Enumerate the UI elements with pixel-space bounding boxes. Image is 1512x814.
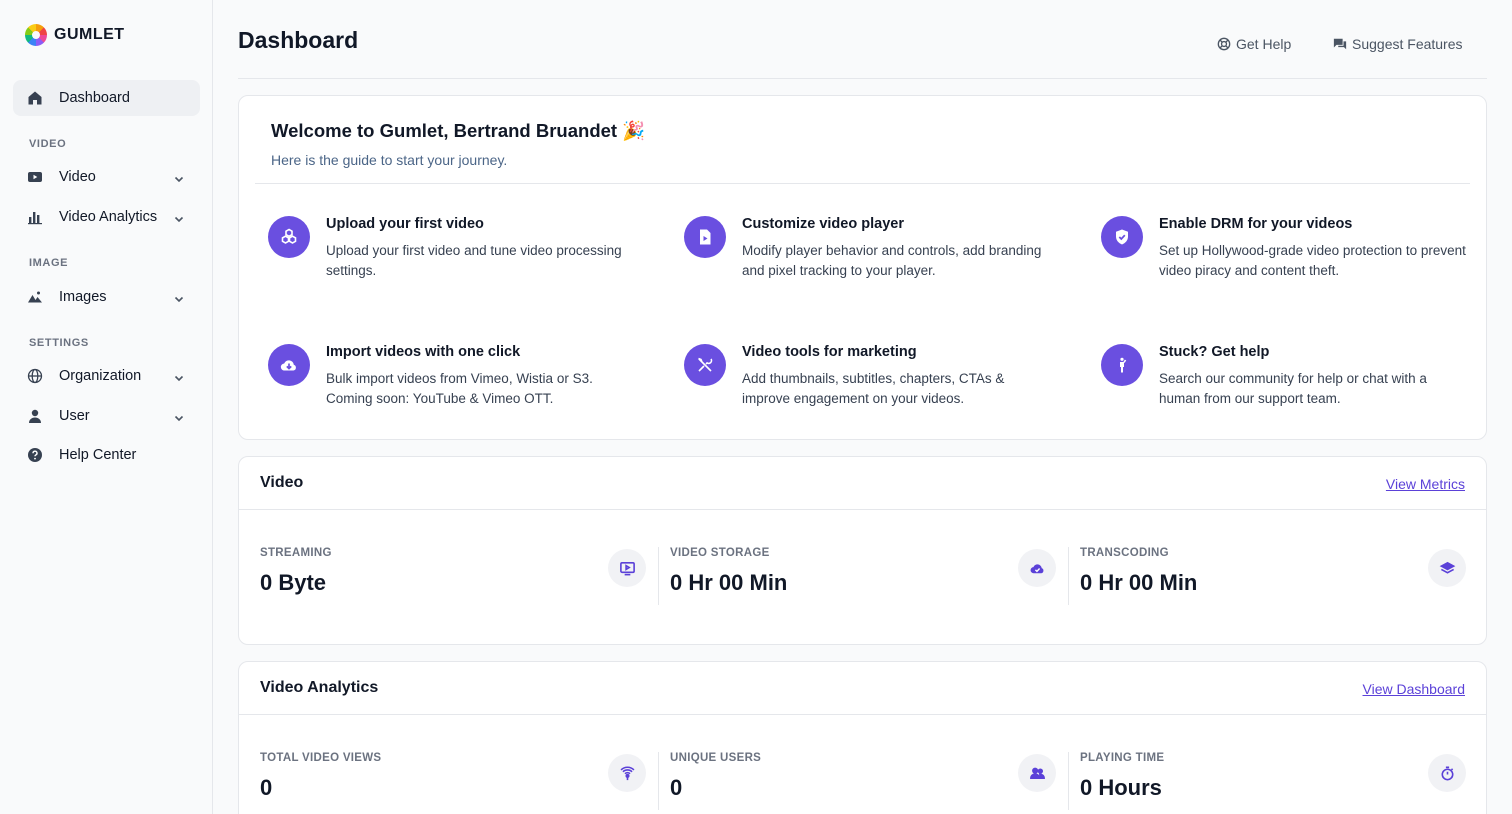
tools-icon <box>684 344 726 386</box>
video-icon <box>27 169 43 185</box>
sidebar-item-video[interactable]: Video <box>13 159 200 195</box>
section-label-video: VIDEO <box>29 138 67 150</box>
card-title: Video <box>260 474 304 491</box>
chat-bubbles-icon <box>1333 38 1347 50</box>
play-screen-icon <box>608 549 646 587</box>
metric-unique-users: UNIQUE USERS 0 <box>670 752 1056 812</box>
globe-icon <box>27 368 43 384</box>
sidebar-item-label: Organization <box>59 368 142 384</box>
layers-icon <box>1428 549 1466 587</box>
metric-video-storage: VIDEO STORAGE 0 Hr 00 Min <box>670 547 1056 607</box>
chevron-down-icon <box>174 370 184 382</box>
video-metrics-card: Video View Metrics STREAMING 0 Byte VIDE… <box>238 456 1487 645</box>
suggest-features-link[interactable]: Suggest Features <box>1333 36 1463 52</box>
home-icon <box>27 90 43 106</box>
divider <box>239 714 1486 715</box>
guide-title: Import videos with one click <box>326 344 521 360</box>
metric-label: STREAMING <box>260 547 332 559</box>
metric-total-video-views: TOTAL VIDEO VIEWS 0 <box>260 752 646 812</box>
divider <box>1068 547 1069 605</box>
sidebar-item-label: Video Analytics <box>59 209 158 225</box>
cubes-icon <box>268 216 310 258</box>
metric-label: PLAYING TIME <box>1080 752 1165 764</box>
guide-title: Customize video player <box>742 216 904 232</box>
sidebar: GUMLET Dashboard VIDEO Video Video Analy… <box>0 0 213 814</box>
sidebar-item-help-center[interactable]: Help Center <box>13 437 200 473</box>
card-title: Video Analytics <box>260 679 379 696</box>
sidebar-item-label: User <box>59 408 90 424</box>
guide-title: Upload your first video <box>326 216 484 232</box>
mountain-image-icon <box>27 289 43 305</box>
user-icon <box>27 408 43 424</box>
view-dashboard-link[interactable]: View Dashboard <box>1363 681 1465 697</box>
sidebar-item-dashboard[interactable]: Dashboard <box>13 80 200 116</box>
section-label-image: IMAGE <box>29 257 69 269</box>
suggest-features-label: Suggest Features <box>1352 36 1463 52</box>
video-analytics-card: Video Analytics View Dashboard TOTAL VID… <box>238 661 1487 814</box>
sidebar-item-label: Dashboard <box>59 90 130 106</box>
sidebar-item-label: Images <box>59 289 107 305</box>
guide-description: Upload your first video and tune video p… <box>326 243 622 278</box>
metric-value: 0 Hours <box>1080 775 1162 800</box>
welcome-card: Welcome to Gumlet, Bertrand Bruandet 🎉 H… <box>238 95 1487 440</box>
sidebar-item-label: Video <box>59 169 96 185</box>
metric-transcoding: TRANSCODING 0 Hr 00 Min <box>1080 547 1466 607</box>
users-icon <box>1018 754 1056 792</box>
chevron-down-icon <box>174 211 184 223</box>
divider <box>255 183 1470 184</box>
metric-label: UNIQUE USERS <box>670 752 762 764</box>
sidebar-item-label: Help Center <box>59 447 137 463</box>
metric-value: 0 Hr 00 Min <box>1080 570 1198 595</box>
divider <box>239 509 1486 510</box>
get-help-link[interactable]: Get Help <box>1217 36 1291 52</box>
person-icon <box>1101 344 1143 386</box>
stopwatch-icon <box>1428 754 1466 792</box>
chevron-down-icon <box>174 291 184 303</box>
divider <box>1068 752 1069 810</box>
help-circle-icon <box>27 447 43 463</box>
section-label-settings: SETTINGS <box>29 337 89 349</box>
cloud-download-icon <box>268 344 310 386</box>
page-header: Dashboard Get Help Suggest Features <box>238 0 1487 79</box>
metric-value: 0 <box>260 775 273 800</box>
cloud-check-icon <box>1018 549 1056 587</box>
file-play-icon <box>684 216 726 258</box>
divider <box>658 752 659 810</box>
sidebar-item-organization[interactable]: Organization <box>13 358 200 394</box>
welcome-subtitle: Here is the guide to start your journey. <box>271 152 508 168</box>
divider <box>658 547 659 605</box>
welcome-title: Welcome to Gumlet, Bertrand Bruandet 🎉 <box>271 120 646 141</box>
chevron-down-icon <box>174 410 184 422</box>
sidebar-item-video-analytics[interactable]: Video Analytics <box>13 199 200 235</box>
metric-value: 0 Byte <box>260 570 327 595</box>
sidebar-item-images[interactable]: Images <box>13 279 200 315</box>
guide-description: Bulk import videos from Vimeo, Wistia or… <box>326 371 593 406</box>
metric-label: TRANSCODING <box>1080 547 1169 559</box>
metric-label: TOTAL VIDEO VIEWS <box>260 752 382 764</box>
brand-name: GUMLET <box>54 26 125 43</box>
guide-title: Video tools for marketing <box>742 344 917 360</box>
guide-title: Enable DRM for your videos <box>1159 216 1353 232</box>
guide-description: Search our community for help or chat wi… <box>1159 371 1427 406</box>
sidebar-item-user[interactable]: User <box>13 398 200 434</box>
guide-title: Stuck? Get help <box>1159 344 1270 360</box>
view-metrics-link[interactable]: View Metrics <box>1386 476 1465 492</box>
lifebuoy-icon <box>1217 37 1231 51</box>
page-title: Dashboard <box>238 27 359 53</box>
shield-check-icon <box>1101 216 1143 258</box>
gumlet-logo-icon <box>25 24 47 46</box>
get-help-label: Get Help <box>1236 36 1292 52</box>
guide-description: Add thumbnails, subtitles, chapters, CTA… <box>742 371 1005 406</box>
metric-playing-time: PLAYING TIME 0 Hours <box>1080 752 1466 812</box>
guide-description: Set up Hollywood-grade video protection … <box>1159 243 1466 278</box>
logo[interactable]: GUMLET <box>25 24 125 46</box>
metric-value: 0 <box>670 775 683 800</box>
bar-chart-icon <box>27 209 43 225</box>
chevron-down-icon <box>174 171 184 183</box>
metric-streaming: STREAMING 0 Byte <box>260 547 646 607</box>
metric-label: VIDEO STORAGE <box>670 547 770 559</box>
guide-description: Modify player behavior and controls, add… <box>742 243 1042 278</box>
metric-value: 0 Hr 00 Min <box>670 570 788 595</box>
broadcast-icon <box>608 754 646 792</box>
